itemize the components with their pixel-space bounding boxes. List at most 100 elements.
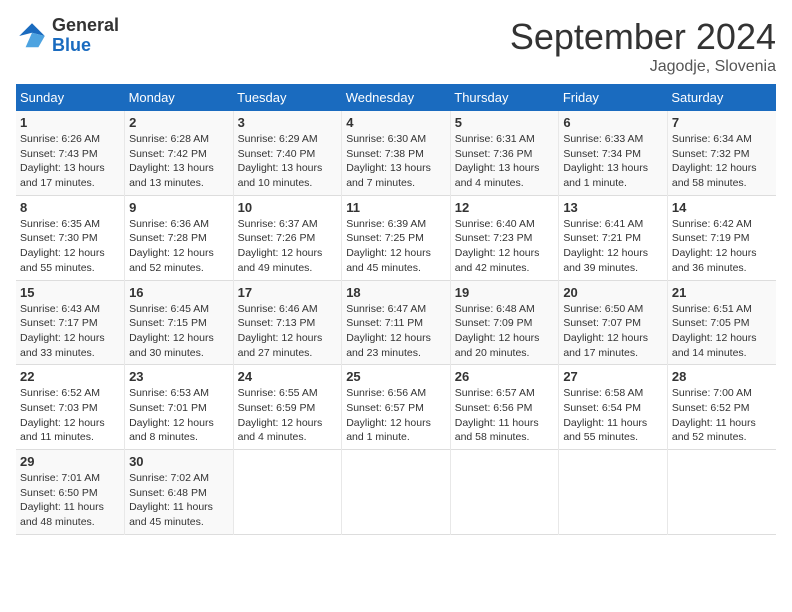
day-number: 11	[346, 200, 446, 215]
day-detail: Sunrise: 7:01 AM Sunset: 6:50 PM Dayligh…	[20, 472, 104, 528]
calendar-cell: 5Sunrise: 6:31 AM Sunset: 7:36 PM Daylig…	[450, 111, 559, 195]
logo-icon	[16, 20, 48, 52]
logo-general: General	[52, 16, 119, 36]
calendar-cell: 15 Sunrise: 6:43 AM Sunset: 7:17 PM Dayli…	[16, 280, 125, 365]
day-number: 17	[238, 285, 338, 300]
calendar-cell: 26 Sunrise: 6:57 AM Sunset: 6:56 PM Dayli…	[450, 365, 559, 450]
day-number: 19	[455, 285, 555, 300]
day-number: 7	[672, 115, 772, 130]
col-header-sunday: Sunday	[16, 84, 125, 111]
day-number: 22	[20, 369, 120, 384]
calendar-cell: 21 Sunrise: 6:51 AM Sunset: 7:05 PM Dayli…	[667, 280, 776, 365]
day-detail: Sunrise: 6:42 AM Sunset: 7:19 PM Dayligh…	[672, 218, 757, 274]
col-header-monday: Monday	[125, 84, 234, 111]
day-detail: Sunrise: 6:55 AM Sunset: 6:59 PM Dayligh…	[238, 387, 323, 443]
logo-text: General Blue	[52, 16, 119, 56]
day-detail: Sunrise: 6:41 AM Sunset: 7:21 PM Dayligh…	[563, 218, 648, 274]
day-detail: Sunrise: 6:46 AM Sunset: 7:13 PM Dayligh…	[238, 303, 323, 359]
day-number: 21	[672, 285, 772, 300]
day-detail: Sunrise: 6:34 AM Sunset: 7:32 PM Dayligh…	[672, 133, 757, 189]
calendar-cell: 28 Sunrise: 7:00 AM Sunset: 6:52 PM Dayli…	[667, 365, 776, 450]
day-number: 10	[238, 200, 338, 215]
day-number: 13	[563, 200, 663, 215]
day-number: 18	[346, 285, 446, 300]
day-detail: Sunrise: 6:53 AM Sunset: 7:01 PM Dayligh…	[129, 387, 214, 443]
calendar-cell: 1 Sunrise: 6:26 AM Sunset: 7:43 PM Daylig…	[16, 111, 125, 195]
day-number: 26	[455, 369, 555, 384]
day-detail: Sunrise: 6:50 AM Sunset: 7:07 PM Dayligh…	[563, 303, 648, 359]
title-block: September 2024 Jagodje, Slovenia	[510, 16, 776, 76]
calendar-week-5: 29 Sunrise: 7:01 AM Sunset: 6:50 PM Dayli…	[16, 450, 776, 535]
col-header-friday: Friday	[559, 84, 668, 111]
calendar-cell: 3Sunrise: 6:29 AM Sunset: 7:40 PM Daylig…	[233, 111, 342, 195]
calendar-cell: 14 Sunrise: 6:42 AM Sunset: 7:19 PM Dayli…	[667, 195, 776, 280]
calendar-cell: 8Sunrise: 6:35 AM Sunset: 7:30 PM Daylig…	[16, 195, 125, 280]
day-number: 16	[129, 285, 229, 300]
calendar-cell: 12 Sunrise: 6:40 AM Sunset: 7:23 PM Dayli…	[450, 195, 559, 280]
calendar-cell: 23 Sunrise: 6:53 AM Sunset: 7:01 PM Dayli…	[125, 365, 234, 450]
day-detail: Sunrise: 6:58 AM Sunset: 6:54 PM Dayligh…	[563, 387, 647, 443]
calendar-cell: 2 Sunrise: 6:28 AM Sunset: 7:42 PM Daylig…	[125, 111, 234, 195]
calendar-cell: 11 Sunrise: 6:39 AM Sunset: 7:25 PM Dayli…	[342, 195, 451, 280]
calendar-subtitle: Jagodje, Slovenia	[510, 58, 776, 76]
calendar-week-3: 15 Sunrise: 6:43 AM Sunset: 7:17 PM Dayli…	[16, 280, 776, 365]
day-detail: Sunrise: 6:47 AM Sunset: 7:11 PM Dayligh…	[346, 303, 431, 359]
calendar-cell: 9 Sunrise: 6:36 AM Sunset: 7:28 PM Daylig…	[125, 195, 234, 280]
calendar-cell: 27 Sunrise: 6:58 AM Sunset: 6:54 PM Dayli…	[559, 365, 668, 450]
day-detail: Sunrise: 6:31 AM Sunset: 7:36 PM Dayligh…	[455, 133, 540, 189]
calendar-cell	[342, 450, 451, 535]
day-number: 9	[129, 200, 229, 215]
day-detail: Sunrise: 6:57 AM Sunset: 6:56 PM Dayligh…	[455, 387, 539, 443]
day-detail: Sunrise: 6:28 AM Sunset: 7:42 PM Dayligh…	[129, 133, 214, 189]
calendar-cell: 18 Sunrise: 6:47 AM Sunset: 7:11 PM Dayli…	[342, 280, 451, 365]
calendar-cell	[233, 450, 342, 535]
col-header-tuesday: Tuesday	[233, 84, 342, 111]
calendar-cell: 20Sunrise: 6:50 AM Sunset: 7:07 PM Dayli…	[559, 280, 668, 365]
calendar-cell: 16 Sunrise: 6:45 AM Sunset: 7:15 PM Dayli…	[125, 280, 234, 365]
calendar-week-4: 22 Sunrise: 6:52 AM Sunset: 7:03 PM Dayli…	[16, 365, 776, 450]
day-detail: Sunrise: 6:52 AM Sunset: 7:03 PM Dayligh…	[20, 387, 105, 443]
day-detail: Sunrise: 6:45 AM Sunset: 7:15 PM Dayligh…	[129, 303, 214, 359]
day-number: 15	[20, 285, 120, 300]
calendar-cell: 19 Sunrise: 6:48 AM Sunset: 7:09 PM Dayli…	[450, 280, 559, 365]
calendar-table: SundayMondayTuesdayWednesdayThursdayFrid…	[16, 84, 776, 535]
day-detail: Sunrise: 6:48 AM Sunset: 7:09 PM Dayligh…	[455, 303, 540, 359]
day-number: 2	[129, 115, 229, 130]
day-detail: Sunrise: 6:39 AM Sunset: 7:25 PM Dayligh…	[346, 218, 431, 274]
day-detail: Sunrise: 6:51 AM Sunset: 7:05 PM Dayligh…	[672, 303, 757, 359]
day-detail: Sunrise: 6:40 AM Sunset: 7:23 PM Dayligh…	[455, 218, 540, 274]
col-header-wednesday: Wednesday	[342, 84, 451, 111]
calendar-cell: 13 Sunrise: 6:41 AM Sunset: 7:21 PM Dayli…	[559, 195, 668, 280]
calendar-cell: 17 Sunrise: 6:46 AM Sunset: 7:13 PM Dayli…	[233, 280, 342, 365]
calendar-cell: 30Sunrise: 7:02 AM Sunset: 6:48 PM Dayli…	[125, 450, 234, 535]
day-number: 1	[20, 115, 120, 130]
day-number: 6	[563, 115, 663, 130]
calendar-cell: 7 Sunrise: 6:34 AM Sunset: 7:32 PM Daylig…	[667, 111, 776, 195]
col-header-thursday: Thursday	[450, 84, 559, 111]
day-detail: Sunrise: 6:43 AM Sunset: 7:17 PM Dayligh…	[20, 303, 105, 359]
calendar-cell	[559, 450, 668, 535]
calendar-cell: 29 Sunrise: 7:01 AM Sunset: 6:50 PM Dayli…	[16, 450, 125, 535]
day-detail: Sunrise: 6:36 AM Sunset: 7:28 PM Dayligh…	[129, 218, 214, 274]
calendar-cell	[667, 450, 776, 535]
calendar-week-2: 8Sunrise: 6:35 AM Sunset: 7:30 PM Daylig…	[16, 195, 776, 280]
logo: General Blue	[16, 16, 119, 56]
day-detail: Sunrise: 7:00 AM Sunset: 6:52 PM Dayligh…	[672, 387, 756, 443]
calendar-title: September 2024	[510, 16, 776, 58]
calendar-week-1: 1 Sunrise: 6:26 AM Sunset: 7:43 PM Daylig…	[16, 111, 776, 195]
day-detail: Sunrise: 6:33 AM Sunset: 7:34 PM Dayligh…	[563, 133, 648, 189]
day-number: 12	[455, 200, 555, 215]
day-number: 28	[672, 369, 772, 384]
calendar-cell: 25Sunrise: 6:56 AM Sunset: 6:57 PM Dayli…	[342, 365, 451, 450]
day-detail: Sunrise: 6:30 AM Sunset: 7:38 PM Dayligh…	[346, 133, 431, 189]
day-number: 27	[563, 369, 663, 384]
day-number: 8	[20, 200, 120, 215]
day-number: 25	[346, 369, 446, 384]
day-number: 4	[346, 115, 446, 130]
calendar-cell: 6 Sunrise: 6:33 AM Sunset: 7:34 PM Daylig…	[559, 111, 668, 195]
day-number: 23	[129, 369, 229, 384]
day-detail: Sunrise: 6:26 AM Sunset: 7:43 PM Dayligh…	[20, 133, 105, 189]
day-number: 14	[672, 200, 772, 215]
day-number: 29	[20, 454, 120, 469]
calendar-cell	[450, 450, 559, 535]
